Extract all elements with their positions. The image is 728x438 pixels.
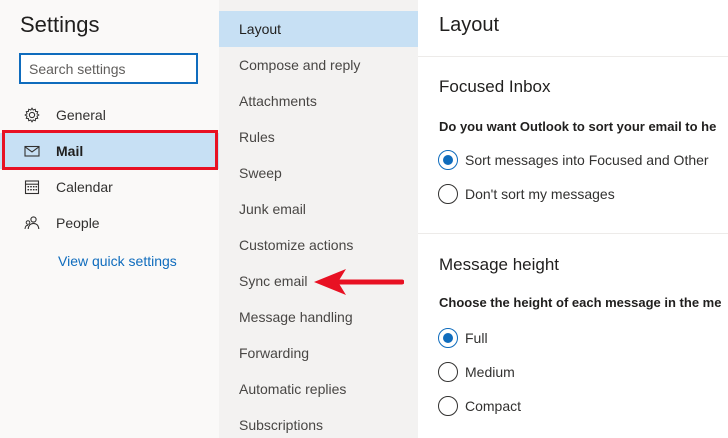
divider bbox=[418, 233, 728, 234]
view-quick-settings-link[interactable]: View quick settings bbox=[58, 253, 177, 269]
category-automatic-replies[interactable]: Automatic replies bbox=[219, 371, 418, 407]
radio-button-checked[interactable] bbox=[438, 328, 458, 348]
nav-item-label: People bbox=[56, 215, 100, 231]
divider bbox=[418, 56, 728, 57]
focused-inbox-heading: Focused Inbox bbox=[439, 77, 551, 96]
red-arrow-annotation-icon bbox=[314, 269, 404, 295]
radio-sort-focused-other[interactable]: Sort messages into Focused and Other bbox=[438, 149, 709, 171]
people-icon bbox=[24, 216, 40, 230]
radio-button[interactable] bbox=[438, 184, 458, 204]
nav-item-label: Calendar bbox=[56, 179, 113, 195]
radio-label: Sort messages into Focused and Other bbox=[465, 152, 709, 168]
radio-medium[interactable]: Medium bbox=[438, 361, 515, 383]
nav-item-general[interactable]: General bbox=[0, 97, 219, 133]
layout-settings-pane: Layout Focused Inbox Do you want Outlook… bbox=[418, 0, 728, 438]
category-message-handling[interactable]: Message handling bbox=[219, 299, 418, 335]
category-sweep[interactable]: Sweep bbox=[219, 155, 418, 191]
radio-full[interactable]: Full bbox=[438, 327, 488, 349]
mail-categories-list: Layout Compose and reply Attachments Rul… bbox=[219, 0, 418, 438]
radio-label: Medium bbox=[465, 364, 515, 380]
message-height-question: Choose the height of each message in the… bbox=[439, 295, 722, 310]
radio-compact[interactable]: Compact bbox=[438, 395, 521, 417]
radio-dont-sort[interactable]: Don't sort my messages bbox=[438, 183, 615, 205]
category-forwarding[interactable]: Forwarding bbox=[219, 335, 418, 371]
calendar-icon bbox=[24, 180, 40, 195]
radio-label: Full bbox=[465, 330, 488, 346]
radio-label: Don't sort my messages bbox=[465, 186, 615, 202]
category-attachments[interactable]: Attachments bbox=[219, 83, 418, 119]
category-customize-actions[interactable]: Customize actions bbox=[219, 227, 418, 263]
category-layout[interactable]: Layout bbox=[219, 11, 418, 47]
page-title: Layout bbox=[439, 14, 500, 36]
category-compose-and-reply[interactable]: Compose and reply bbox=[219, 47, 418, 83]
settings-sidebar: Settings General Mail Calendar bbox=[0, 0, 219, 438]
category-subscriptions[interactable]: Subscriptions bbox=[219, 407, 418, 438]
radio-button-checked[interactable] bbox=[438, 150, 458, 170]
settings-title: Settings bbox=[20, 12, 100, 37]
category-junk-email[interactable]: Junk email bbox=[219, 191, 418, 227]
mail-annotation-highlight bbox=[2, 130, 218, 170]
focused-inbox-question: Do you want Outlook to sort your email t… bbox=[439, 119, 717, 134]
radio-button[interactable] bbox=[438, 396, 458, 416]
message-height-heading: Message height bbox=[439, 255, 560, 274]
search-settings-input[interactable] bbox=[19, 53, 198, 84]
radio-button[interactable] bbox=[438, 362, 458, 382]
radio-label: Compact bbox=[465, 398, 522, 414]
category-rules[interactable]: Rules bbox=[219, 119, 418, 155]
nav-item-label: General bbox=[56, 107, 106, 123]
nav-item-people[interactable]: People bbox=[0, 205, 219, 241]
nav-item-calendar[interactable]: Calendar bbox=[0, 169, 219, 205]
gear-icon bbox=[24, 107, 40, 123]
